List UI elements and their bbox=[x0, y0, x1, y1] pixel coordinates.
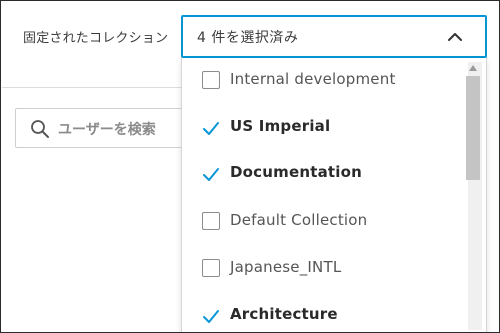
checkbox[interactable] bbox=[202, 212, 220, 230]
divider bbox=[2, 87, 182, 88]
selected-summary: 4 件を選択済み bbox=[197, 30, 299, 46]
checkbox[interactable] bbox=[202, 71, 220, 89]
option-architecture[interactable]: Architecture bbox=[182, 293, 468, 332]
pinned-collections-label: 固定されたコレクション bbox=[23, 31, 169, 46]
collections-select[interactable]: 4 件を選択済み bbox=[181, 15, 487, 58]
check-icon[interactable] bbox=[201, 164, 221, 184]
search-icon bbox=[31, 120, 49, 138]
option-label: Default Collection bbox=[230, 211, 368, 229]
collections-dropdown-list: Internal development US Imperial Documen… bbox=[181, 58, 487, 332]
checkbox[interactable] bbox=[202, 259, 220, 277]
option-label: Architecture bbox=[230, 305, 338, 323]
scroll-up-arrow-icon[interactable] bbox=[468, 64, 478, 72]
option-label: Japanese_INTL bbox=[230, 258, 342, 276]
chevron-up-icon[interactable] bbox=[445, 27, 465, 47]
option-label: US Imperial bbox=[230, 117, 331, 135]
option-label: Internal development bbox=[230, 70, 396, 88]
user-search-input[interactable]: ユーザーを検索 bbox=[15, 108, 195, 148]
pinned-collections-panel: 固定されたコレクション 4 件を選択済み ユーザーを検索 Internal de… bbox=[0, 0, 500, 333]
option-default-collection[interactable]: Default Collection bbox=[182, 199, 468, 245]
option-label: Documentation bbox=[230, 163, 362, 181]
search-placeholder: ユーザーを検索 bbox=[58, 122, 156, 138]
check-icon[interactable] bbox=[201, 306, 221, 326]
check-icon[interactable] bbox=[201, 118, 221, 138]
option-documentation[interactable]: Documentation bbox=[182, 151, 468, 197]
option-internal-development[interactable]: Internal development bbox=[182, 58, 468, 104]
option-us-imperial[interactable]: US Imperial bbox=[182, 105, 468, 151]
scrollbar-thumb[interactable] bbox=[466, 76, 480, 180]
option-japanese-intl[interactable]: Japanese_INTL bbox=[182, 246, 468, 292]
